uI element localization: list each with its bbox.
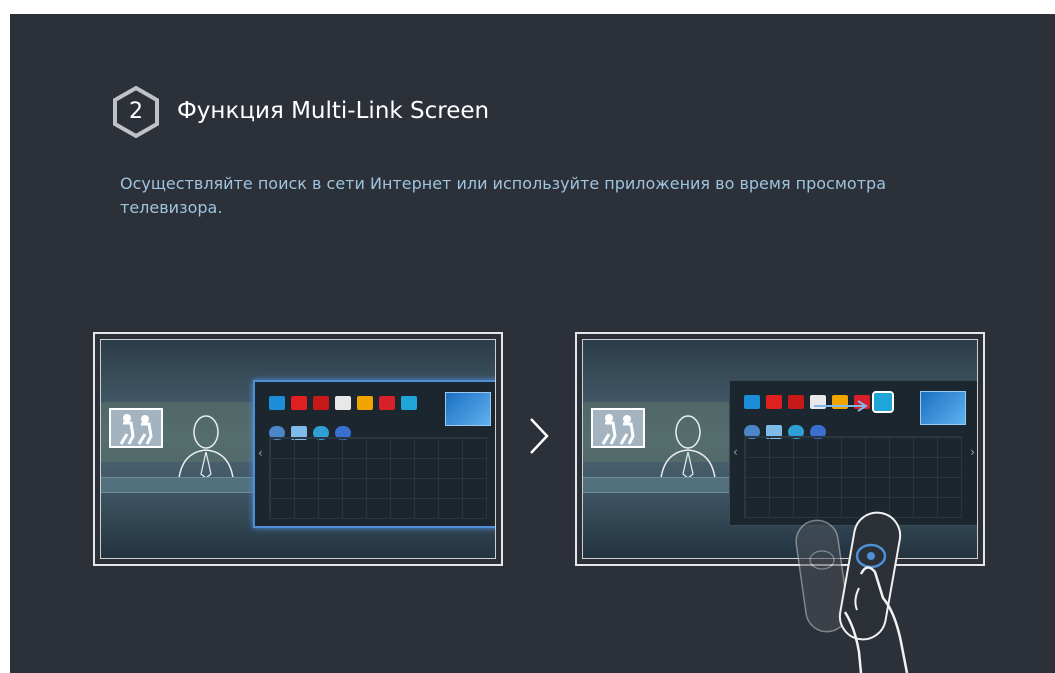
app-icon: [379, 396, 395, 410]
description-text: Осуществляйте поиск в сети Интернет или …: [120, 174, 886, 217]
chevron-right-icon: ›: [970, 445, 975, 459]
news-anchor-drawing: [178, 415, 234, 478]
app-icon: [788, 395, 804, 409]
chevron-right-icon: ›: [495, 446, 496, 460]
app-icon: [401, 396, 417, 410]
chevron-right-icon: [530, 418, 549, 454]
tv-picture: ‹ ›: [100, 339, 496, 559]
slide: 2 Функция Multi-Link Screen Осуществляйт…: [10, 14, 1055, 673]
step-badge: 2: [112, 86, 160, 138]
app-icon: [744, 395, 760, 409]
news-anchor-drawing: [660, 415, 716, 478]
featured-tile: [920, 391, 966, 425]
chevron-left-icon: ‹: [733, 445, 738, 459]
football-inset-image: [591, 408, 645, 448]
step-number: 2: [129, 99, 143, 124]
app-icon-highlighted: [872, 391, 894, 413]
apps-panel: ‹ ›: [253, 380, 496, 528]
app-icon: [357, 396, 373, 410]
app-icon: [335, 396, 351, 410]
app-icon: [269, 396, 285, 410]
panel-grid: [269, 437, 487, 519]
featured-tile: [445, 392, 491, 426]
remote-control-icon: [795, 511, 909, 673]
football-inset-image: [109, 408, 163, 448]
tv-screen-illustration-left: ‹ ›: [93, 332, 503, 566]
app-icon: [313, 396, 329, 410]
app-icon: [766, 395, 782, 409]
page-title: Функция Multi-Link Screen: [177, 98, 490, 124]
chevron-left-icon: ‹: [258, 446, 263, 460]
app-icon: [291, 396, 307, 410]
arrow-right-icon: [814, 400, 868, 412]
